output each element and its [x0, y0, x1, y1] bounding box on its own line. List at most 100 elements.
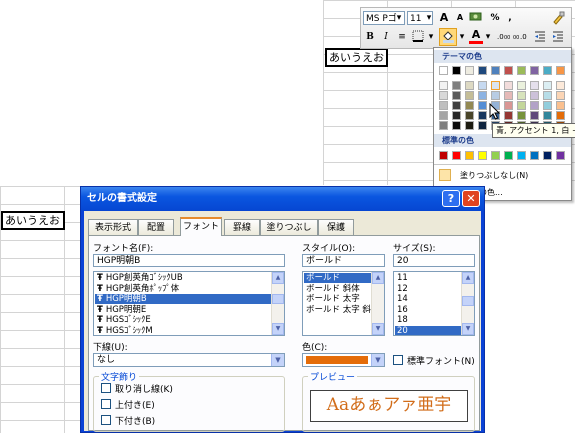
increase-indent-icon[interactable] — [551, 30, 565, 44]
theme-shade-swatch[interactable] — [504, 81, 513, 90]
standard-color-swatch[interactable] — [504, 151, 513, 160]
standard-color-swatch[interactable] — [556, 151, 565, 160]
style-list-scrollbar[interactable]: ▲ ▼ — [371, 272, 384, 335]
font-list-item[interactable]: Ŧ HGP明朝B — [95, 294, 271, 304]
tab-alignment[interactable]: 配置 — [138, 219, 174, 235]
borders-icon[interactable] — [411, 30, 425, 44]
theme-shade-swatch[interactable] — [543, 91, 552, 100]
theme-shade-swatch[interactable] — [439, 111, 448, 120]
font-color-dropdown-icon[interactable]: ▾ — [484, 30, 492, 44]
font-scroll-up-icon[interactable]: ▲ — [272, 272, 284, 284]
style-scroll-up-icon[interactable]: ▲ — [372, 272, 384, 284]
dialog-titlebar[interactable]: セルの書式設定 — [81, 187, 484, 211]
theme-color-swatch[interactable] — [452, 66, 461, 75]
style-list-item[interactable]: ボールド 太字 斜体 — [304, 305, 379, 315]
style-list-item[interactable]: ボールド — [304, 273, 371, 283]
bold-button[interactable]: B — [363, 30, 377, 44]
fill-color-button[interactable] — [439, 28, 457, 46]
no-fill-item[interactable]: 塗りつぶしなし(N) — [460, 170, 528, 181]
theme-shade-swatch[interactable] — [478, 91, 487, 100]
theme-shade-swatch[interactable] — [556, 91, 565, 100]
theme-shade-swatch[interactable] — [439, 91, 448, 100]
theme-shade-swatch[interactable] — [439, 81, 448, 90]
close-button[interactable]: ✕ — [462, 190, 480, 207]
standard-color-swatch[interactable] — [517, 151, 526, 160]
theme-shade-swatch[interactable] — [517, 91, 526, 100]
font-scroll-thumb[interactable] — [272, 294, 284, 304]
theme-shade-swatch[interactable] — [543, 111, 552, 120]
theme-shade-swatch[interactable] — [543, 81, 552, 90]
fill-color-dropdown-icon[interactable]: ▾ — [458, 30, 466, 44]
shrink-font-button[interactable]: A — [453, 11, 467, 25]
decrease-decimal-icon[interactable]: 00.0 — [513, 30, 527, 44]
color-dropdown-icon[interactable]: ▼ — [371, 354, 384, 366]
superscript-checkbox[interactable] — [101, 399, 111, 409]
theme-shade-swatch[interactable] — [530, 91, 539, 100]
theme-shade-swatch[interactable] — [465, 91, 474, 100]
theme-shade-swatch[interactable] — [504, 91, 513, 100]
size-list-scrollbar[interactable]: ▲ ▼ — [461, 272, 474, 335]
subscript-checkbox[interactable] — [101, 415, 111, 425]
theme-shade-swatch[interactable] — [465, 121, 474, 130]
font-scroll-down-icon[interactable]: ▼ — [272, 323, 284, 335]
font-size-dropdown-icon[interactable]: ▾ — [425, 11, 433, 25]
tab-number[interactable]: 表示形式 — [88, 219, 138, 235]
underline-select[interactable]: なし ▼ — [93, 353, 285, 367]
font-list-item[interactable]: Ŧ HGSｺﾞｼｯｸE — [95, 315, 271, 325]
size-list-item[interactable]: 12 — [395, 284, 461, 294]
size-scroll-thumb[interactable] — [462, 296, 474, 306]
borders-dropdown-icon[interactable]: ▾ — [427, 30, 435, 44]
size-scroll-down-icon[interactable]: ▼ — [462, 323, 474, 335]
theme-color-swatch[interactable] — [465, 66, 474, 75]
standard-color-swatch[interactable] — [465, 151, 474, 160]
standard-color-swatch[interactable] — [491, 151, 500, 160]
theme-shade-swatch[interactable] — [478, 101, 487, 110]
font-list-item[interactable]: Ŧ HGP明朝E — [95, 305, 271, 315]
tab-protection[interactable]: 保護 — [318, 219, 354, 235]
style-list-item[interactable]: ボールド 太字 — [304, 294, 371, 304]
theme-shade-swatch[interactable] — [452, 121, 461, 130]
help-button[interactable]: ? — [442, 190, 460, 207]
theme-color-swatch[interactable] — [439, 66, 448, 75]
theme-color-swatch[interactable] — [556, 66, 565, 75]
theme-shade-swatch[interactable] — [478, 111, 487, 120]
theme-color-swatch[interactable] — [491, 66, 500, 75]
size-list-item[interactable]: 20 — [395, 325, 461, 335]
theme-shade-swatch[interactable] — [517, 81, 526, 90]
font-name-dropdown-icon[interactable]: ▾ — [395, 11, 403, 25]
theme-color-swatch[interactable] — [543, 66, 552, 75]
underline-dropdown-icon[interactable]: ▼ — [271, 354, 284, 366]
normal-font-checkbox[interactable] — [393, 355, 403, 365]
theme-shade-swatch[interactable] — [478, 121, 487, 130]
size-list-item[interactable]: 14 — [395, 294, 461, 304]
strikethrough-checkbox[interactable] — [101, 383, 111, 393]
theme-shade-swatch[interactable] — [439, 101, 448, 110]
theme-shade-swatch[interactable] — [452, 111, 461, 120]
theme-shade-swatch[interactable] — [452, 81, 461, 90]
font-list-item[interactable]: Ŧ HGP創英角ﾎﾟｯﾌﾟ体 — [95, 284, 271, 294]
theme-color-swatch[interactable] — [504, 66, 513, 75]
standard-color-swatch[interactable] — [478, 151, 487, 160]
theme-shade-swatch[interactable] — [465, 101, 474, 110]
theme-shade-swatch[interactable] — [478, 81, 487, 90]
theme-shade-swatch[interactable] — [517, 111, 526, 120]
theme-shade-swatch[interactable] — [556, 81, 565, 90]
theme-shade-swatch[interactable] — [556, 101, 565, 110]
theme-shade-swatch[interactable] — [504, 111, 513, 120]
theme-color-swatch[interactable] — [530, 66, 539, 75]
increase-decimal-icon[interactable]: .0 00 — [497, 30, 511, 44]
theme-shade-swatch[interactable] — [517, 101, 526, 110]
size-input[interactable]: 20 — [393, 254, 475, 267]
selected-cell-top[interactable]: あいうえお — [325, 48, 388, 67]
format-painter-icon[interactable] — [551, 11, 565, 25]
font-name-input[interactable]: HGP明朝B — [93, 254, 285, 267]
size-list-item[interactable]: 18 — [395, 315, 461, 325]
italic-button[interactable]: I — [379, 30, 393, 44]
theme-shade-swatch[interactable] — [530, 101, 539, 110]
theme-shade-swatch[interactable] — [439, 121, 448, 130]
font-list-item[interactable]: Ŧ HGP創英角ｺﾞｼｯｸUB — [95, 273, 271, 283]
currency-format-icon[interactable] — [469, 11, 483, 25]
theme-shade-swatch[interactable] — [543, 101, 552, 110]
selected-cell-left[interactable]: あいうえお — [1, 211, 65, 230]
theme-shade-swatch[interactable] — [452, 101, 461, 110]
